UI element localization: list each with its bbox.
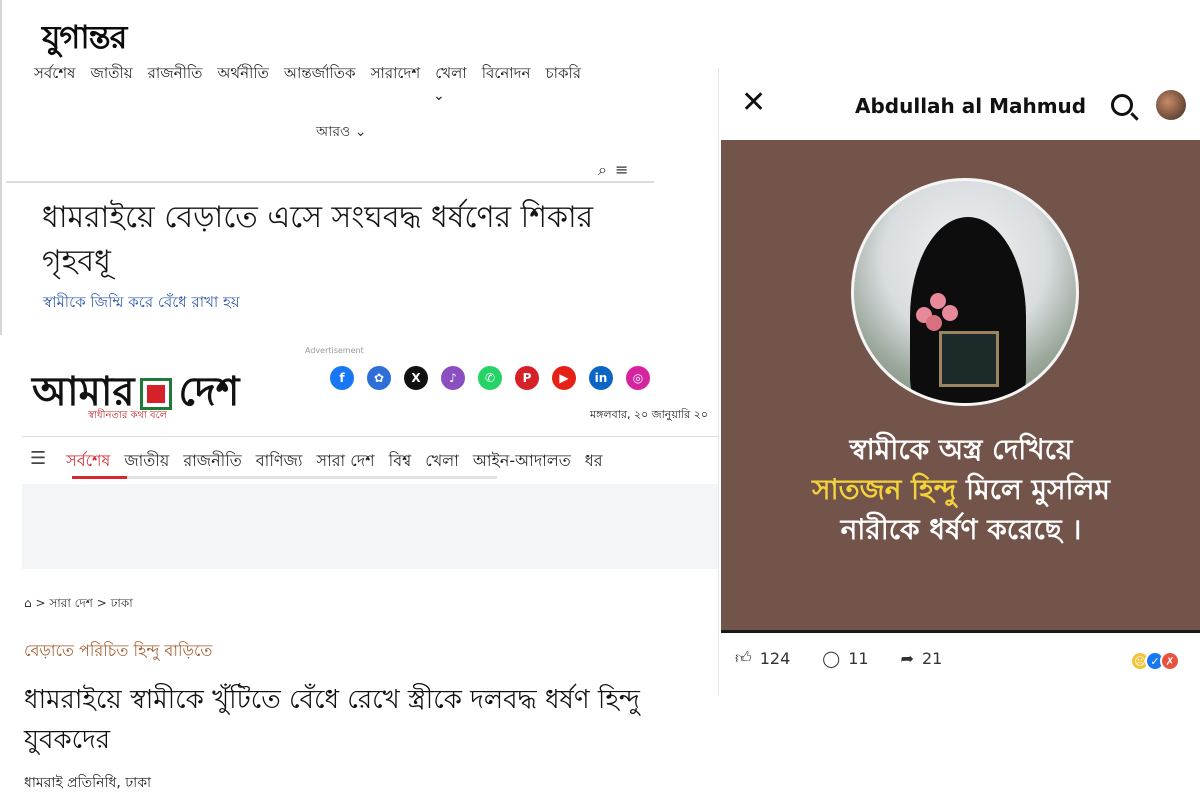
post-caption: স্বামীকে অস্ত্র দেখিয়ে সাতজন হিন্দু মিল… (721, 430, 1200, 550)
divider (22, 436, 722, 437)
search-icon[interactable] (1111, 94, 1133, 116)
nav-item[interactable]: খেলা (435, 62, 466, 87)
nav-item[interactable]: বিশ্ব (389, 448, 412, 475)
panel-edge (0, 0, 2, 335)
article-headline: ধামরাইয়ে বেড়াতে এসে সংঘবদ্ধ ধর্ষণের শি… (42, 200, 594, 279)
jugantor-logo[interactable]: যুগান্তর (42, 12, 127, 66)
nav-item[interactable]: আইন-আদালত (473, 448, 571, 475)
caption-line-2: সাতজন হিন্দু মিলে মুসলিম (721, 470, 1200, 510)
home-icon[interactable]: ⌂ (24, 596, 32, 610)
nav-item[interactable]: সর্বশেষ (34, 62, 75, 87)
amardesh-nav: ☰ সর্বশেষ জাতীয় রাজনীতি বাণিজ্য সারা দে… (30, 448, 603, 475)
nav-item[interactable]: রাজনীতি (183, 448, 241, 475)
search-icon[interactable]: ⌕ (598, 160, 607, 180)
angry-reaction-icon: ✗ (1160, 651, 1180, 671)
breadcrumb-path[interactable]: > সারা দেশ > ঢাকা (35, 596, 132, 610)
divider (6, 181, 654, 183)
x-icon[interactable]: X (404, 366, 428, 390)
advertisement-label: Advertisement (305, 346, 364, 355)
more-menu-button[interactable]: আরও ⌄ (316, 120, 367, 144)
youtube-icon[interactable]: ▶ (552, 366, 576, 390)
menu-icon[interactable]: ☰ (30, 448, 46, 475)
chevron-down-icon[interactable]: ⌄ (433, 88, 445, 104)
facebook-post-panel: ✕ Abdullah al Mahmud স্বামীকে অস্ত্র দেখ… (718, 68, 1200, 696)
amardesh-article-panel: Advertisement আমার দেশ স্বাধীনতার কথা বল… (0, 338, 722, 800)
ad-placeholder (22, 484, 722, 569)
caption-highlight: সাতজন হিন্দু (812, 473, 957, 506)
nav-item[interactable]: রাজনীতি (148, 62, 203, 87)
nav-item[interactable]: আন্তর্জাতিক (284, 62, 356, 87)
whatsapp-icon[interactable]: ✆ (478, 366, 502, 390)
quran-book-icon (939, 331, 999, 387)
breadcrumb: ⌂ > সারা দেশ > ঢাকা (24, 595, 133, 615)
toolbar: ⌕ ≡ (598, 160, 628, 180)
close-icon[interactable]: ✕ (741, 88, 766, 118)
nav-item[interactable]: সারাদেশ (371, 62, 421, 87)
post-image-card[interactable]: স্বামীকে অস্ত্র দেখিয়ে সাতজন হিন্দু মিল… (721, 140, 1200, 630)
article-subheadline: স্বামীকে জিম্মি করে বেঁধে রাখা হয় (43, 293, 240, 311)
veiled-woman-photo (851, 178, 1079, 406)
flag-icon (140, 377, 173, 410)
linkedin-icon[interactable]: in (589, 366, 613, 390)
reactions-summary[interactable]: ☹ ✓ ✗ (1130, 651, 1180, 671)
caption-line-2-rest: মিলে মুসলিম (956, 473, 1110, 506)
facebook-icon[interactable]: f (330, 366, 354, 390)
nav-item[interactable]: জাতীয় (90, 62, 132, 87)
logo-text-right: দেশ (178, 368, 240, 415)
share-count: 21 (921, 648, 943, 668)
nav-item-active[interactable]: সর্বশেষ (66, 448, 110, 475)
nav-item[interactable]: বাণিজ্য (256, 448, 303, 475)
post-header: ✕ Abdullah al Mahmud (719, 68, 1200, 140)
thumbs-up-icon: 👍︎ (735, 648, 752, 667)
comment-icon: ◯ (822, 648, 841, 668)
nav-item[interactable]: বিনোদন (482, 62, 531, 87)
nav-item[interactable]: জাতীয় (124, 448, 169, 475)
nav-item[interactable]: চাকরি (546, 62, 581, 87)
nav-scroll-indicator (72, 476, 497, 479)
nav-item[interactable]: ধর (585, 448, 603, 475)
article-kicker: বেড়াতে পরিচিত হিন্দু বাড়িতে (24, 641, 213, 660)
date-text: মঙ্গলবার, ২০ জানুয়ারি ২০ (590, 408, 709, 421)
caption-line-1: স্বামীকে অস্ত্র দেখিয়ে (849, 433, 1073, 466)
social-links: f ✿ X ♪ ✆ P ▶ in ◎ (330, 366, 650, 390)
caption-line-3: নারীকে ধর্ষণ করেছে । (840, 513, 1082, 546)
comment-button[interactable]: ◯ 11 (822, 649, 868, 668)
engagement-bar: 👍︎ 124 ◯ 11 ➦ 21 (735, 648, 942, 668)
nav-item[interactable]: অর্থনীতি (217, 62, 269, 87)
nav-item[interactable]: খেলা (425, 448, 459, 475)
jugantor-article-panel: যুগান্তর সর্বশেষ জাতীয় রাজনীতি অর্থনীতি… (0, 0, 660, 335)
logo-tagline: স্বাধীনতার কথা বলে (88, 410, 168, 421)
share-button[interactable]: ➦ 21 (901, 649, 943, 668)
article-headline: ধামরাইয়ে স্বামীকে খুঁটিতে বেঁধে রেখে স্… (24, 685, 640, 755)
like-count: 124 (759, 648, 791, 668)
screenshot-collage: যুগান্তর সর্বশেষ জাতীয় রাজনীতি অর্থনীতি… (0, 0, 1200, 800)
share-icon: ➦ (900, 648, 914, 668)
tiktok-icon[interactable]: ♪ (441, 366, 465, 390)
nav-item[interactable]: সারা দেশ (317, 448, 375, 475)
like-button[interactable]: 👍︎ 124 (735, 648, 790, 668)
avatar[interactable] (1156, 90, 1186, 120)
menu-icon[interactable]: ≡ (615, 160, 628, 180)
pinterest-icon[interactable]: P (515, 366, 539, 390)
jugantor-nav: সর্বশেষ জাতীয় রাজনীতি অর্থনীতি আন্তর্জা… (34, 62, 581, 87)
roses-icon (916, 293, 964, 333)
comment-count: 11 (848, 648, 869, 668)
divider (721, 630, 1200, 633)
community-icon[interactable]: ✿ (367, 366, 391, 390)
instagram-icon[interactable]: ◎ (626, 366, 650, 390)
profile-name[interactable]: Abdullah al Mahmud (855, 94, 1086, 118)
article-byline: ধামরাই প্রতিনিধি, ঢাকা (24, 775, 152, 791)
